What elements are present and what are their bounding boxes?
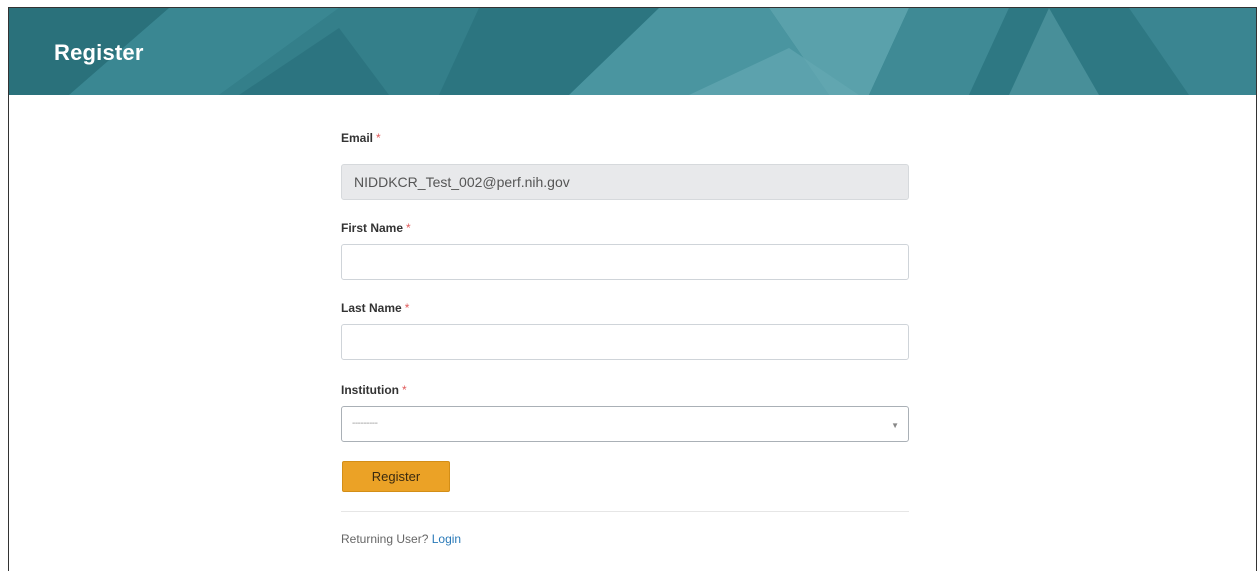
caret-down-icon: ▼: [891, 421, 899, 430]
first-name-label: First Name *: [341, 220, 909, 236]
page-title: Register: [54, 40, 144, 65]
required-mark: *: [401, 383, 407, 397]
last-name-field[interactable]: [341, 324, 909, 360]
institution-select[interactable]: --------- ▼: [341, 406, 909, 442]
first-name-label-text: First Name: [341, 221, 404, 235]
page-header: Register: [9, 8, 1256, 95]
required-mark: *: [406, 221, 411, 235]
email-label-text: Email: [341, 131, 374, 145]
first-name-field[interactable]: [341, 244, 909, 280]
register-button[interactable]: Register: [342, 461, 450, 492]
required-mark: *: [376, 131, 381, 145]
institution-label-text: Institution: [341, 383, 399, 397]
email-field[interactable]: [341, 164, 909, 200]
email-label: Email *: [341, 130, 909, 146]
footer: Returning User? Login: [341, 532, 461, 546]
last-name-label-text: Last Name: [341, 301, 402, 315]
last-name-label: Last Name *: [341, 300, 909, 316]
institution-selected-value: ---------: [352, 418, 378, 429]
institution-label: Institution *: [341, 382, 909, 398]
header-background-pattern: [9, 8, 1256, 95]
returning-user-text: Returning User?: [341, 532, 429, 546]
required-mark: *: [404, 301, 410, 315]
register-form: Email* First Name* Last Name* Institutio…: [341, 130, 909, 442]
divider: [341, 511, 909, 512]
login-link[interactable]: Login: [432, 532, 461, 546]
